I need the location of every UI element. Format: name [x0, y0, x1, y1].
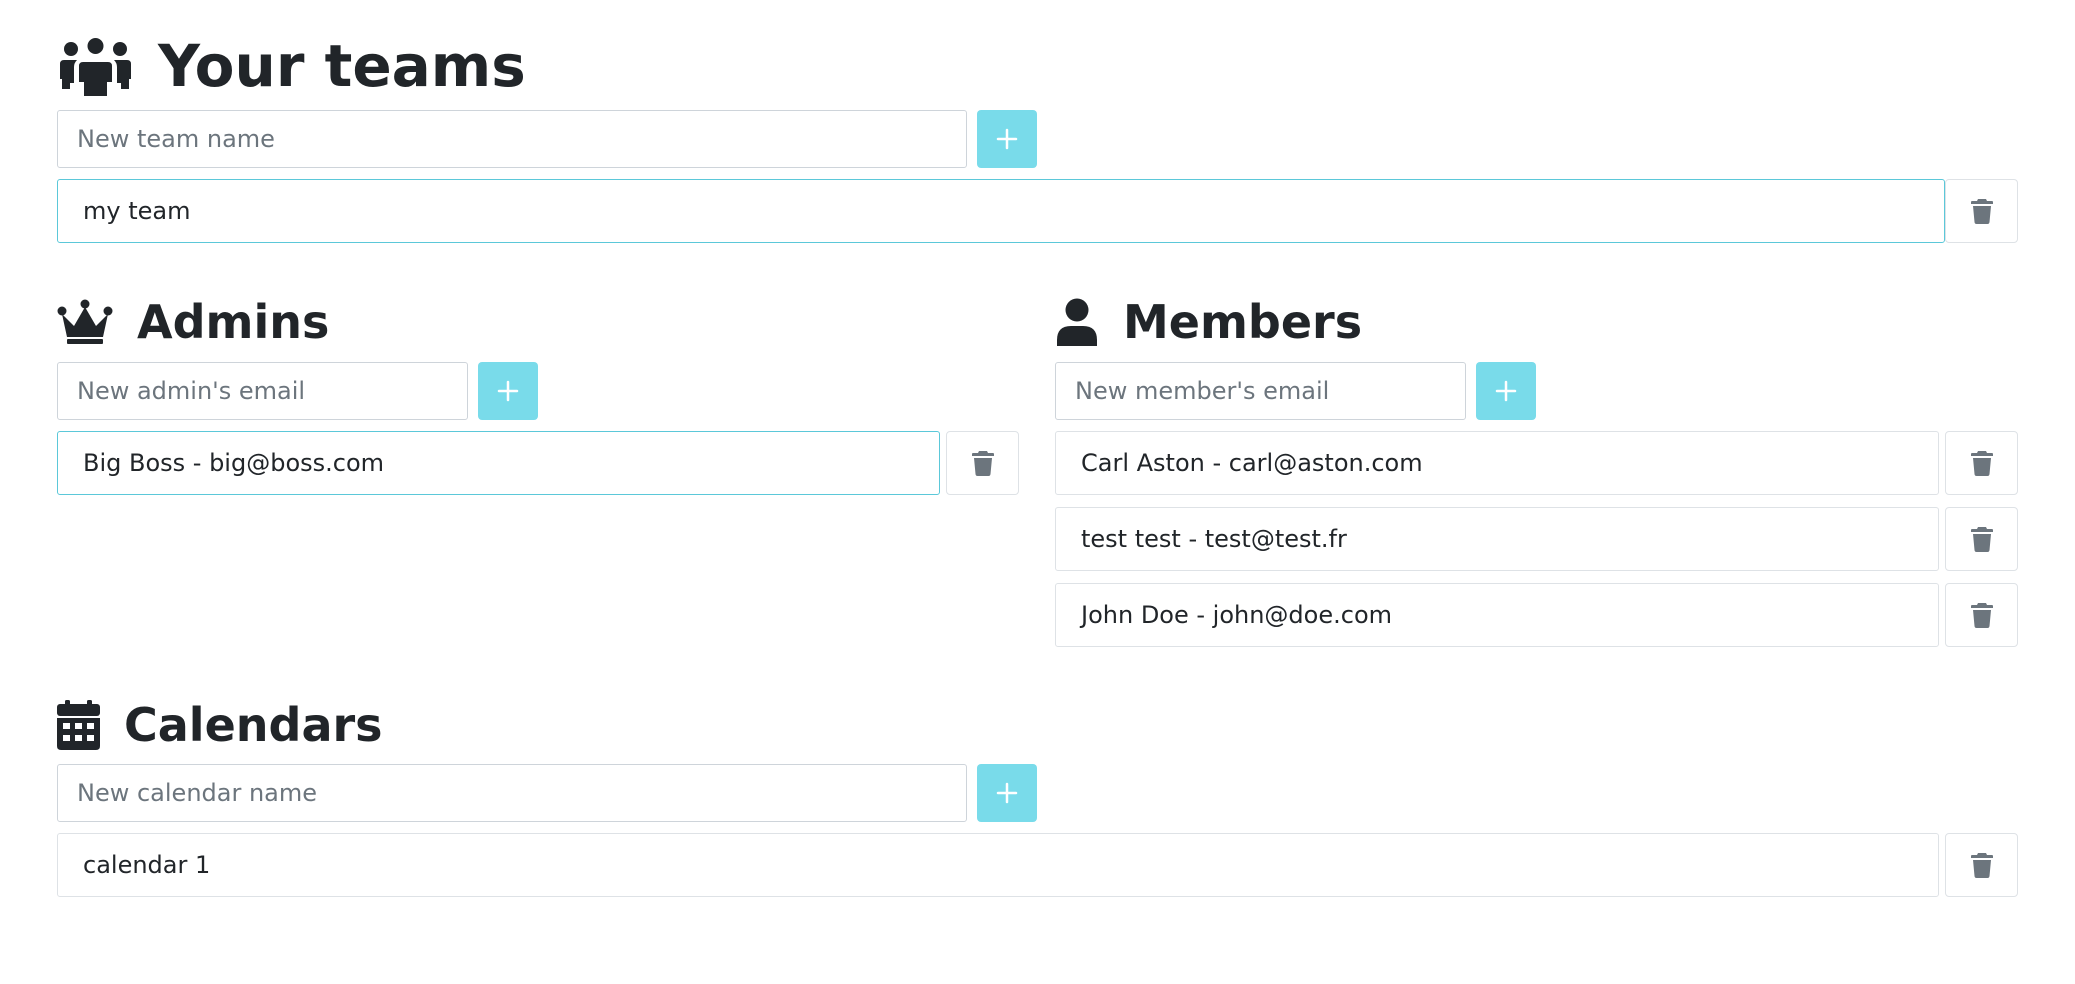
admin-item[interactable]: Big Boss - big@boss.com: [57, 431, 940, 495]
trash-icon: [1970, 451, 1993, 476]
new-team-input[interactable]: [57, 110, 967, 168]
admin-item-label: Big Boss - big@boss.com: [83, 449, 385, 477]
members-title: Members: [1123, 295, 1363, 349]
members-heading: Members: [1055, 292, 1362, 352]
trash-icon: [1970, 853, 1993, 878]
plus-icon: [497, 380, 519, 402]
plus-icon: [996, 128, 1018, 150]
delete-admin-button[interactable]: [946, 431, 1019, 495]
plus-icon: [996, 782, 1018, 804]
member-item[interactable]: test test - test@test.fr: [1055, 507, 1939, 571]
new-member-input[interactable]: [1055, 362, 1466, 420]
admins-heading: Admins: [57, 292, 329, 352]
trash-icon: [1970, 199, 1993, 224]
trash-icon: [1970, 527, 1993, 552]
delete-member-button[interactable]: [1945, 431, 2018, 495]
delete-team-button[interactable]: [1945, 179, 2018, 243]
calendar-icon: [57, 700, 100, 750]
team-item[interactable]: my team: [57, 179, 1945, 243]
member-item[interactable]: Carl Aston - carl@aston.com: [1055, 431, 1939, 495]
member-item-label: Carl Aston - carl@aston.com: [1081, 449, 1423, 477]
add-admin-button[interactable]: [478, 362, 538, 420]
member-item-label: John Doe - john@doe.com: [1081, 601, 1393, 629]
delete-member-button[interactable]: [1945, 583, 2018, 647]
new-admin-input[interactable]: [57, 362, 468, 420]
user-icon: [1055, 298, 1099, 346]
teams-heading: Your teams: [57, 30, 526, 102]
calendars-heading: Calendars: [57, 694, 383, 756]
member-item[interactable]: John Doe - john@doe.com: [1055, 583, 1939, 647]
calendar-item[interactable]: calendar 1: [57, 833, 1939, 897]
team-item-label: my team: [83, 197, 191, 225]
calendar-item-label: calendar 1: [83, 851, 211, 879]
member-item-label: test test - test@test.fr: [1081, 525, 1347, 553]
add-member-button[interactable]: [1476, 362, 1536, 420]
trash-icon: [1970, 603, 1993, 628]
add-calendar-button[interactable]: [977, 764, 1037, 822]
teams-title: Your teams: [158, 32, 526, 100]
trash-icon: [971, 451, 994, 476]
delete-member-button[interactable]: [1945, 507, 2018, 571]
plus-icon: [1495, 380, 1517, 402]
add-team-button[interactable]: [977, 110, 1037, 168]
admins-title: Admins: [137, 295, 330, 349]
calendars-title: Calendars: [124, 698, 383, 752]
crown-icon: [57, 299, 113, 345]
new-calendar-input[interactable]: [57, 764, 967, 822]
delete-calendar-button[interactable]: [1945, 833, 2018, 897]
users-icon: [57, 36, 134, 96]
